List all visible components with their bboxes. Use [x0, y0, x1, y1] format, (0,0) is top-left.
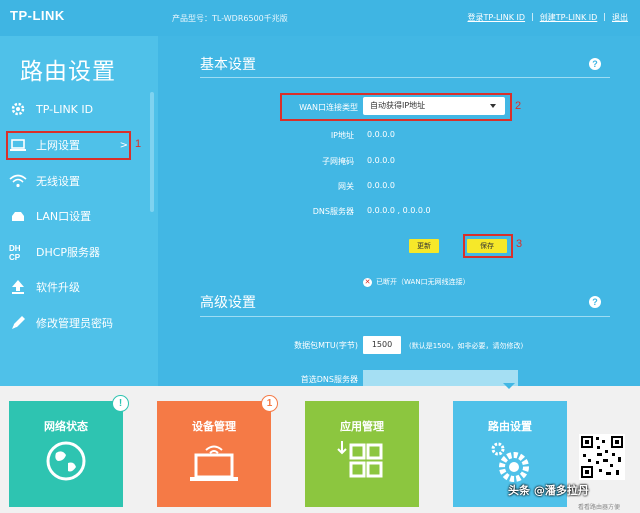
primary-dns-label: 首选DNS服务器 [300, 375, 358, 384]
svg-text:CP: CP [9, 253, 21, 261]
sidebar-item-dhcp[interactable]: DH CP DHCP服务器 [0, 236, 158, 268]
tile-device-management[interactable]: 设备管理 [157, 401, 271, 507]
wan-status: ✕ 已断开（WAN口无网线连接） [363, 277, 470, 287]
alert-badge: ! [112, 395, 129, 412]
ip-address-value: 0.0.0.0 [367, 130, 395, 139]
sidebar-title: 路由设置 [20, 59, 116, 85]
gear-icon [9, 100, 27, 118]
tile-app-management[interactable]: 应用管理 [305, 401, 419, 507]
gateway-label: 网关 [338, 182, 354, 191]
gateway-value: 0.0.0.0 [367, 181, 395, 190]
apps-icon [305, 439, 419, 483]
disconnected-icon: ✕ [363, 277, 372, 287]
upload-icon [9, 278, 27, 296]
help-icon[interactable]: ? [589, 296, 601, 308]
dns-server-label: DNS服务器 [312, 207, 354, 216]
link-separator: | [603, 12, 606, 21]
top-bar: TP-LINK 产品型号：TL-WDR6500千兆版 登录TP-LINK ID … [0, 0, 640, 36]
annotation-number-1: 1 [135, 138, 142, 150]
product-model: 产品型号：TL-WDR6500千兆版 [172, 14, 288, 23]
active-tile-pointer [503, 383, 515, 389]
sidebar-item-wireless[interactable]: 无线设置 [0, 165, 158, 197]
globe-icon [9, 439, 123, 483]
watermark: 头条 @潘多拉丹 [508, 484, 589, 497]
login-tplink-id-link[interactable]: 登录TP-LINK ID [468, 12, 526, 23]
tile-label: 路由设置 [488, 420, 532, 433]
mtu-label: 数据包MTU(字节) [294, 341, 358, 350]
count-badge: 1 [261, 395, 278, 412]
advanced-settings-title: 高级设置 [200, 295, 256, 311]
annotation-box-1 [6, 131, 131, 160]
sidebar-item-label: LAN口设置 [36, 210, 92, 223]
content-panel: 基本设置 ? WAN口连接类型 自动获得IP地址 IP地址 0.0.0.0 子网… [158, 36, 640, 386]
wifi-icon [9, 172, 27, 190]
device-icon [157, 439, 271, 483]
dns-server-value: 0.0.0.0 , 0.0.0.0 [367, 206, 431, 215]
sidebar-item-lan[interactable]: LAN口设置 [0, 200, 158, 232]
svg-text:DH: DH [9, 244, 21, 253]
account-links: 登录TP-LINK ID | 创建TP-LINK ID | 退出 [468, 12, 628, 23]
wan-status-text: 已断开（WAN口无网线连接） [376, 278, 470, 286]
section-divider [200, 316, 610, 317]
tile-label: 网络状态 [44, 420, 88, 433]
settings-icon [453, 439, 567, 487]
watermark-subtitle: 看看路由器方便 [578, 504, 621, 511]
sidebar-item-upgrade[interactable]: 软件升级 [0, 271, 158, 303]
tp-link-logo: TP-LINK [10, 8, 65, 23]
ip-address-label: IP地址 [330, 131, 354, 140]
help-icon[interactable]: ? [589, 58, 601, 70]
sidebar-item-admin-password[interactable]: 修改管理员密码 [0, 307, 158, 339]
basic-settings-title: 基本设置 [200, 57, 256, 73]
sidebar-item-label: DHCP服务器 [36, 246, 101, 259]
create-tplink-id-link[interactable]: 创建TP-LINK ID [540, 12, 598, 23]
sidebar-item-label: TP-LINK ID [36, 102, 94, 116]
mtu-hint: (默认是1500，如非必要，请勿修改) [409, 342, 524, 350]
lan-icon [9, 207, 27, 225]
refresh-button[interactable]: 更新 [409, 239, 439, 253]
tile-label: 设备管理 [192, 420, 236, 433]
tile-label: 应用管理 [340, 420, 384, 433]
primary-dns-input[interactable] [363, 370, 518, 386]
pencil-icon [9, 314, 27, 332]
sidebar: 路由设置 TP-LINK ID 上网设置 > 无线设置 LAN口设置 DH CP … [0, 36, 158, 386]
logout-link[interactable]: 退出 [612, 12, 628, 23]
link-separator: | [531, 12, 534, 21]
section-divider [200, 77, 610, 78]
sidebar-item-label: 修改管理员密码 [36, 317, 113, 330]
mtu-input[interactable]: 1500 [363, 336, 401, 354]
tile-network-status[interactable]: 网络状态 [9, 401, 123, 507]
qr-code [579, 434, 625, 480]
subnet-mask-label: 子网掩码 [322, 157, 354, 166]
subnet-mask-value: 0.0.0.0 [367, 156, 395, 165]
annotation-box-3 [463, 234, 513, 258]
annotation-box-2 [280, 93, 512, 121]
annotation-number-3: 3 [516, 238, 523, 250]
dhcp-icon: DH CP [9, 243, 27, 261]
sidebar-item-tplink-id[interactable]: TP-LINK ID [0, 93, 158, 125]
annotation-number-2: 2 [515, 100, 522, 112]
sidebar-item-label: 软件升级 [36, 281, 80, 294]
sidebar-item-label: 无线设置 [36, 175, 80, 188]
